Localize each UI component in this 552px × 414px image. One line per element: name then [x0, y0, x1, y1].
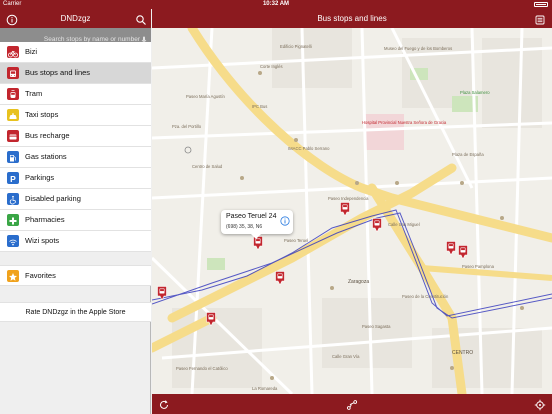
bike-icon — [7, 46, 19, 58]
bus-stop-marker[interactable] — [458, 245, 468, 259]
list-icon[interactable] — [534, 13, 546, 25]
map-view[interactable]: Edificio Pignatelli Museo del Fuego y de… — [152, 28, 552, 394]
bus-stop-marker[interactable] — [206, 312, 216, 326]
map-label: Pza. del Portillo — [172, 124, 202, 129]
menu-item-bus-recharge[interactable]: Bus recharge — [0, 126, 151, 147]
menu-item-label: Favorites — [25, 271, 56, 280]
map-label: Calle Gran Vía — [332, 354, 360, 359]
map-label: Centro de Salud — [192, 164, 223, 169]
map-canvas: Edificio Pignatelli Museo del Fuego y de… — [152, 28, 552, 394]
map-label: Paseo Fernando el Católico — [176, 366, 228, 371]
pharmacy-icon — [7, 214, 19, 226]
location-icon — [184, 146, 192, 154]
battery-icon — [534, 2, 548, 7]
menu-item-label: Taxi stops — [25, 110, 59, 119]
map-label: Hospital Provincial Nuestra Señora de Gr… — [362, 120, 447, 125]
menu-item-label: Wizi spots — [25, 236, 60, 245]
star-icon — [7, 270, 19, 282]
search-bar — [0, 28, 151, 47]
category-list: Bizi Bus stops and lines Tram Taxi stops… — [0, 42, 151, 252]
menu-item-label: Pharmacies — [25, 215, 65, 224]
menu-item-pharmacies[interactable]: Pharmacies — [0, 210, 151, 231]
wifi-icon — [7, 235, 19, 247]
parking-icon: P — [7, 172, 19, 184]
bottom-toolbar — [152, 394, 552, 414]
menu-item-taxi[interactable]: Taxi stops — [0, 105, 151, 126]
sidebar-title: DNDzgz — [60, 14, 91, 23]
tram-icon — [7, 88, 19, 100]
map-label: Paseo Pamplona — [462, 264, 495, 269]
map-label: CENTRO — [452, 350, 473, 356]
menu-item-favorites[interactable]: Favorites — [0, 265, 151, 286]
map-label: Plaza Salamero — [460, 90, 490, 95]
map-label: Edificio Pignatelli — [280, 44, 312, 49]
bus-stop-marker[interactable] — [157, 286, 167, 300]
disabled-parking-icon — [7, 193, 19, 205]
gas-station-icon — [7, 151, 19, 163]
microphone-icon[interactable] — [141, 31, 147, 44]
menu-item-bus-stops[interactable]: Bus stops and lines — [0, 63, 151, 84]
refresh-icon[interactable] — [158, 398, 170, 410]
menu-item-label: Parkings — [25, 173, 55, 182]
bus-stop-marker[interactable] — [372, 218, 382, 232]
menu-item-label: Tram — [25, 89, 43, 98]
menu-item-label: Bizi — [25, 47, 38, 56]
favorites-section: Favorites — [0, 265, 151, 286]
main-navbar: Bus stops and lines — [152, 9, 552, 28]
menu-item-label: Bus stops and lines — [25, 68, 91, 77]
map-label: IMACC Pablo Serrano — [288, 146, 330, 151]
menu-item-gas-stations[interactable]: Gas stations — [0, 147, 151, 168]
map-label: Calle San Miguel — [388, 222, 420, 227]
info-icon[interactable] — [280, 216, 290, 226]
taxi-icon — [7, 109, 19, 121]
menu-item-disabled-parking[interactable]: Disabled parking — [0, 189, 151, 210]
map-label: Paseo María Agustín — [186, 94, 226, 99]
stop-callout[interactable]: Paseo Teruel 24 (698) 35, 38, N6 — [221, 210, 293, 239]
bus-icon — [7, 67, 19, 79]
search-icon[interactable] — [135, 13, 147, 25]
section-gap — [0, 252, 151, 265]
callout-subtitle: (698) 35, 38, N6 — [226, 224, 263, 230]
locate-me-icon[interactable] — [534, 398, 546, 411]
map-label: Museo del Fuego y de los Bomberos — [384, 46, 452, 51]
map-label: Paseo Teruel — [284, 238, 308, 243]
rate-app-button[interactable]: Rate DNDzgz in the Apple Store — [0, 302, 151, 322]
sidebar-navbar: DNDzgz — [0, 9, 151, 28]
bus-stop-marker[interactable] — [275, 271, 285, 285]
bus-recharge-icon — [7, 130, 19, 142]
bus-stop-marker[interactable] — [340, 202, 350, 216]
clock: 10:32 AM — [262, 1, 290, 7]
map-label: Paseo Sagasta — [362, 324, 391, 329]
sidebar: DNDzgz Bizi Bus stops and lines Tra — [0, 0, 151, 414]
map-label: Paseo de la Constitución — [402, 294, 449, 299]
route-icon[interactable] — [346, 398, 358, 410]
map-label: Plaza de España — [452, 152, 484, 157]
status-bar: Carrier 10:32 AM — [0, 0, 552, 9]
svg-text:P: P — [10, 174, 16, 184]
map-label: Corte Inglés — [260, 64, 283, 69]
menu-item-parkings[interactable]: P Parkings — [0, 168, 151, 189]
menu-item-tram[interactable]: Tram — [0, 84, 151, 105]
map-label: Zaragoza — [348, 279, 369, 285]
menu-item-wizi[interactable]: Wizi spots — [0, 231, 151, 252]
map-label: La Romareda — [252, 386, 278, 391]
page-title: Bus stops and lines — [317, 14, 387, 23]
bus-stop-marker[interactable] — [446, 241, 456, 255]
callout-title: Paseo Teruel 24 — [226, 213, 277, 220]
menu-item-label: Disabled parking — [25, 194, 81, 203]
map-label: IPC Bus — [252, 104, 267, 109]
menu-item-label: Gas stations — [25, 152, 67, 161]
menu-item-label: Bus recharge — [25, 131, 70, 140]
map-label: Paseo Independencia — [328, 196, 369, 201]
menu-item-bizi[interactable]: Bizi — [0, 42, 151, 63]
